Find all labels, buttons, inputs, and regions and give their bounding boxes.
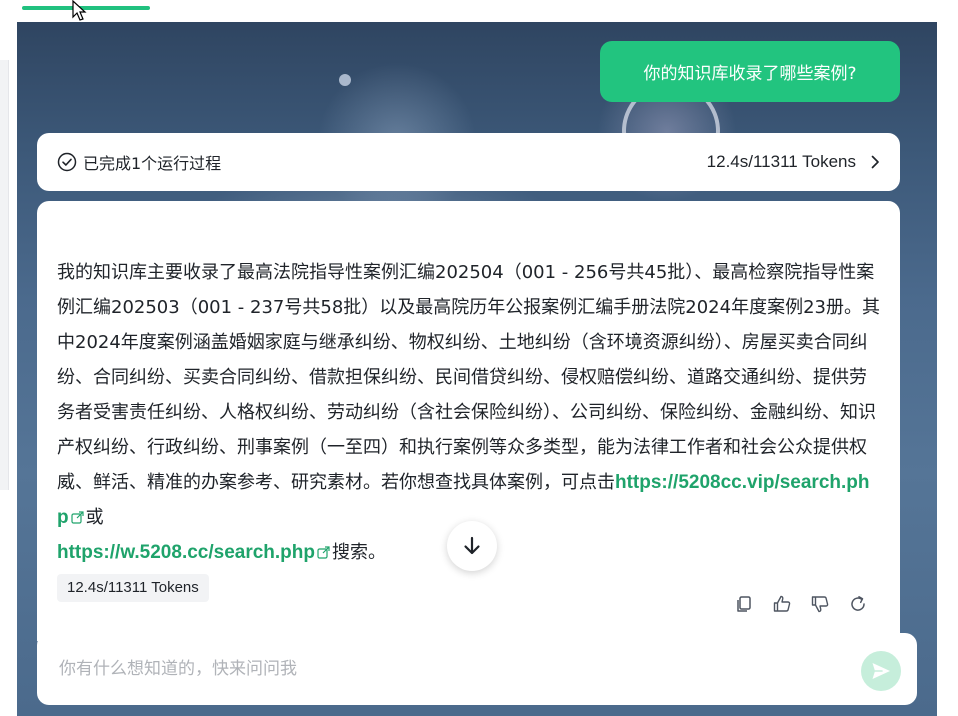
process-status-text: 已完成1个运行过程 bbox=[83, 154, 222, 173]
send-button[interactable] bbox=[861, 651, 901, 691]
answer-body: 我的知识库主要收录了最高法院指导性案例汇编202504（001 - 256号共4… bbox=[57, 262, 880, 493]
chat-area[interactable]: 你的知识库收录了哪些案例? 已完成1个运行过程 12.4s/11311 Toke… bbox=[17, 22, 937, 716]
answer-action-bar bbox=[734, 594, 868, 614]
answer-connector: 或 bbox=[85, 507, 104, 528]
send-icon bbox=[872, 663, 890, 679]
thumbs-down-icon[interactable] bbox=[810, 594, 830, 614]
external-link-icon bbox=[317, 546, 330, 559]
check-circle-icon bbox=[57, 152, 77, 172]
process-stats: 12.4s/11311 Tokens bbox=[706, 152, 856, 171]
user-message-bubble: 你的知识库收录了哪些案例? bbox=[600, 41, 900, 102]
scroll-to-bottom-button[interactable] bbox=[447, 521, 497, 571]
mouse-cursor-icon bbox=[72, 0, 87, 21]
copy-icon[interactable] bbox=[734, 594, 754, 614]
token-usage-badge: 12.4s/11311 Tokens bbox=[57, 574, 209, 602]
process-summary-card[interactable]: 已完成1个运行过程 12.4s/11311 Tokens bbox=[37, 133, 900, 191]
thumbs-up-icon[interactable] bbox=[772, 594, 792, 614]
user-message-text: 你的知识库收录了哪些案例? bbox=[643, 64, 857, 84]
external-link-icon bbox=[71, 511, 84, 524]
refresh-icon[interactable] bbox=[848, 594, 868, 614]
answer-tail: 搜索。 bbox=[332, 542, 386, 563]
arrow-down-icon bbox=[464, 536, 480, 555]
chat-input[interactable] bbox=[57, 653, 821, 685]
assistant-answer-card: 我的知识库主要收录了最高法院指导性案例汇编202504（001 - 256号共4… bbox=[37, 201, 900, 641]
search-link-2[interactable]: https://w.5208.cc/search.php bbox=[57, 542, 315, 563]
app-window: 你的知识库收录了哪些案例? 已完成1个运行过程 12.4s/11311 Toke… bbox=[0, 0, 958, 716]
left-panel-edge bbox=[0, 60, 9, 490]
chat-input-box bbox=[37, 633, 917, 705]
background-decoration bbox=[339, 74, 351, 86]
chevron-right-icon[interactable] bbox=[870, 155, 880, 169]
